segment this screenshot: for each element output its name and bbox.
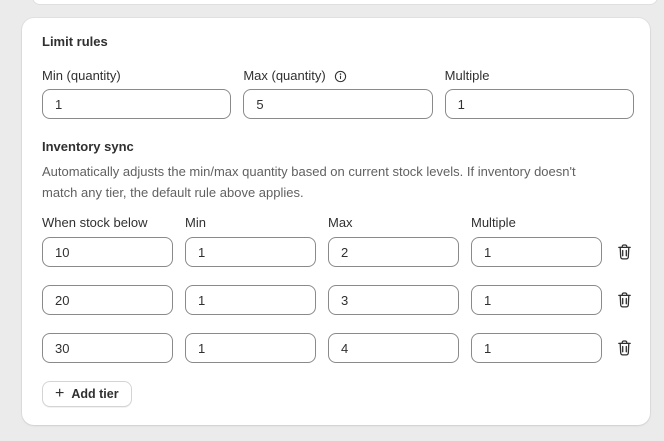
tier-3-delete-button[interactable]	[614, 334, 634, 362]
tier-2-multiple-input[interactable]	[471, 285, 602, 315]
tier-2-max-input[interactable]	[328, 285, 459, 315]
multiple-input[interactable]	[444, 89, 634, 119]
min-quantity-field: Min (quantity)	[42, 68, 232, 119]
tier-row-1	[42, 237, 634, 267]
add-tier-button-label: Add tier	[71, 387, 119, 401]
limit-rules-title: Limit rules	[42, 34, 108, 49]
tier-3-multiple-input[interactable]	[471, 333, 602, 363]
tier-3-stock-below-input[interactable]	[42, 333, 173, 363]
tier-2-delete-button[interactable]	[614, 286, 634, 314]
tier-1-max-input[interactable]	[328, 237, 459, 267]
max-quantity-label-text: Max (quantity)	[243, 68, 326, 83]
info-circle-icon[interactable]	[334, 70, 347, 83]
add-tier-button[interactable]: + Add tier	[42, 381, 132, 407]
tier-2-stock-below-input[interactable]	[42, 285, 173, 315]
tier-1-min-input[interactable]	[185, 237, 316, 267]
max-quantity-input[interactable]	[243, 89, 433, 119]
inventory-sync-description: Automatically adjusts the min/max quanti…	[42, 161, 634, 203]
tier-3-max-input[interactable]	[328, 333, 459, 363]
column-header-min: Min	[185, 215, 206, 230]
trash-icon	[617, 292, 632, 308]
column-header-max: Max	[328, 215, 353, 230]
multiple-label: Multiple	[444, 68, 490, 83]
inventory-sync-title: Inventory sync	[42, 139, 134, 154]
column-header-multiple: Multiple	[471, 215, 516, 230]
tier-2-min-input[interactable]	[185, 285, 316, 315]
description-line-2: match any tier, the default rule above a…	[42, 185, 304, 200]
limit-rules-fields: Min (quantity) Max (quantity) Multiple	[42, 68, 634, 119]
description-line-1: Automatically adjusts the min/max quanti…	[42, 164, 576, 179]
min-quantity-label: Min (quantity)	[42, 68, 121, 83]
tier-row-3	[42, 333, 634, 363]
previous-card-bottom-edge	[33, 0, 657, 4]
min-quantity-input[interactable]	[42, 89, 232, 119]
max-quantity-label: Max (quantity)	[243, 68, 432, 84]
column-header-when-stock-below: When stock below	[42, 215, 148, 230]
tier-1-delete-button[interactable]	[614, 238, 634, 266]
limit-rules-card: Limit rules Min (quantity) Max (quantity…	[22, 18, 650, 425]
tier-3-min-input[interactable]	[185, 333, 316, 363]
trash-icon	[617, 244, 632, 260]
tier-column-headers: When stock below Min Max Multiple	[42, 215, 634, 231]
multiple-field: Multiple	[444, 68, 634, 119]
trash-icon	[617, 340, 632, 356]
max-quantity-field: Max (quantity)	[243, 68, 433, 119]
plus-icon: +	[55, 384, 65, 402]
tier-1-stock-below-input[interactable]	[42, 237, 173, 267]
tier-row-2	[42, 285, 634, 315]
tier-1-multiple-input[interactable]	[471, 237, 602, 267]
